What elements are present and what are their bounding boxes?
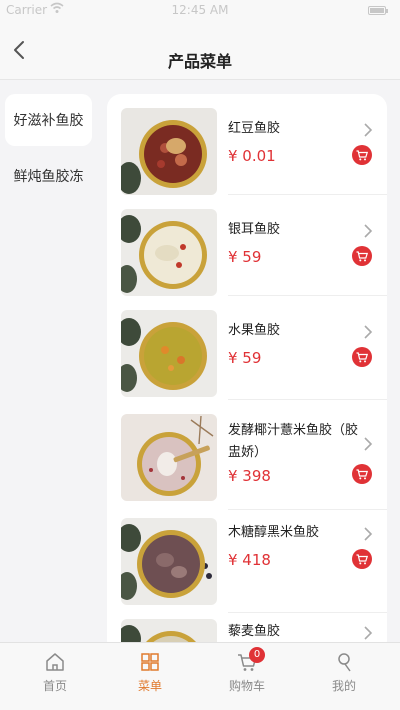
category-item-fresh-stew[interactable]: 鲜炖鱼胶冻 bbox=[5, 150, 92, 202]
cart-count-badge: 0 bbox=[249, 647, 265, 663]
user-icon bbox=[333, 651, 355, 673]
add-to-cart-button[interactable] bbox=[352, 145, 372, 165]
product-image bbox=[121, 209, 217, 296]
product-name: 银耳鱼胶 bbox=[228, 222, 281, 237]
add-to-cart-button[interactable] bbox=[352, 246, 372, 266]
product-name: 红豆鱼胶 bbox=[228, 121, 281, 136]
tab-profile[interactable]: 我的 bbox=[294, 643, 394, 710]
tab-menu[interactable]: 菜单 bbox=[100, 643, 200, 710]
row-divider bbox=[228, 509, 387, 510]
row-divider bbox=[228, 194, 387, 195]
product-name: 藜麦鱼胶 bbox=[228, 624, 281, 639]
home-icon bbox=[44, 651, 66, 673]
clock: 12:45 AM bbox=[171, 3, 229, 17]
row-divider bbox=[228, 295, 387, 296]
category-label: 鲜炖鱼胶冻 bbox=[13, 169, 84, 185]
product-image bbox=[121, 414, 217, 501]
product-image bbox=[121, 310, 217, 397]
menu-grid-icon bbox=[139, 651, 161, 673]
product-price: ¥ 0.01 bbox=[228, 147, 276, 165]
product-price: ¥ 398 bbox=[228, 467, 271, 485]
bottom-tab-bar: 首页 菜单 0 购物车 我的 bbox=[0, 642, 400, 710]
category-sidebar: 好滋补鱼胶 鲜炖鱼胶冻 bbox=[0, 80, 100, 642]
product-price: ¥ 59 bbox=[228, 248, 262, 266]
chevron-right-icon bbox=[363, 223, 373, 238]
chevron-right-icon bbox=[363, 122, 373, 137]
product-image bbox=[121, 518, 217, 605]
add-to-cart-button[interactable] bbox=[352, 347, 372, 367]
tab-label: 首页 bbox=[42, 679, 67, 693]
product-image bbox=[121, 108, 217, 195]
tab-label: 我的 bbox=[331, 679, 356, 693]
tab-label: 菜单 bbox=[137, 679, 162, 693]
chevron-right-icon bbox=[363, 625, 373, 640]
tab-home[interactable]: 首页 bbox=[5, 643, 105, 710]
chevron-right-icon bbox=[363, 526, 373, 541]
row-divider bbox=[228, 399, 387, 400]
battery-icon bbox=[368, 6, 388, 15]
row-divider bbox=[228, 612, 387, 613]
product-price: ¥ 59 bbox=[228, 349, 262, 367]
tab-cart[interactable]: 0 购物车 bbox=[197, 643, 297, 710]
product-price: ¥ 418 bbox=[228, 551, 271, 569]
product-name: 发酵椰汁薏米鱼胶（胶盅娇） bbox=[228, 423, 359, 460]
navigation-bar: 产品菜单 bbox=[0, 22, 400, 80]
product-name: 水果鱼胶 bbox=[228, 323, 281, 338]
chevron-right-icon bbox=[363, 324, 373, 339]
category-label: 好滋补鱼胶 bbox=[13, 113, 84, 129]
page-title: 产品菜单 bbox=[167, 52, 232, 71]
category-item-nourishing[interactable]: 好滋补鱼胶 bbox=[5, 94, 92, 146]
add-to-cart-button[interactable] bbox=[352, 464, 372, 484]
chevron-right-icon bbox=[363, 436, 373, 451]
product-list: 红豆鱼胶 ¥ 0.01 银耳鱼胶 ¥ 59 水果鱼胶 ¥ 59 发酵椰汁薏米鱼胶… bbox=[107, 94, 387, 654]
add-to-cart-button[interactable] bbox=[352, 549, 372, 569]
status-bar: Carrier 12:45 AM bbox=[0, 0, 400, 22]
product-name: 木糖醇黑米鱼胶 bbox=[228, 525, 320, 540]
tab-label: 购物车 bbox=[228, 679, 265, 693]
